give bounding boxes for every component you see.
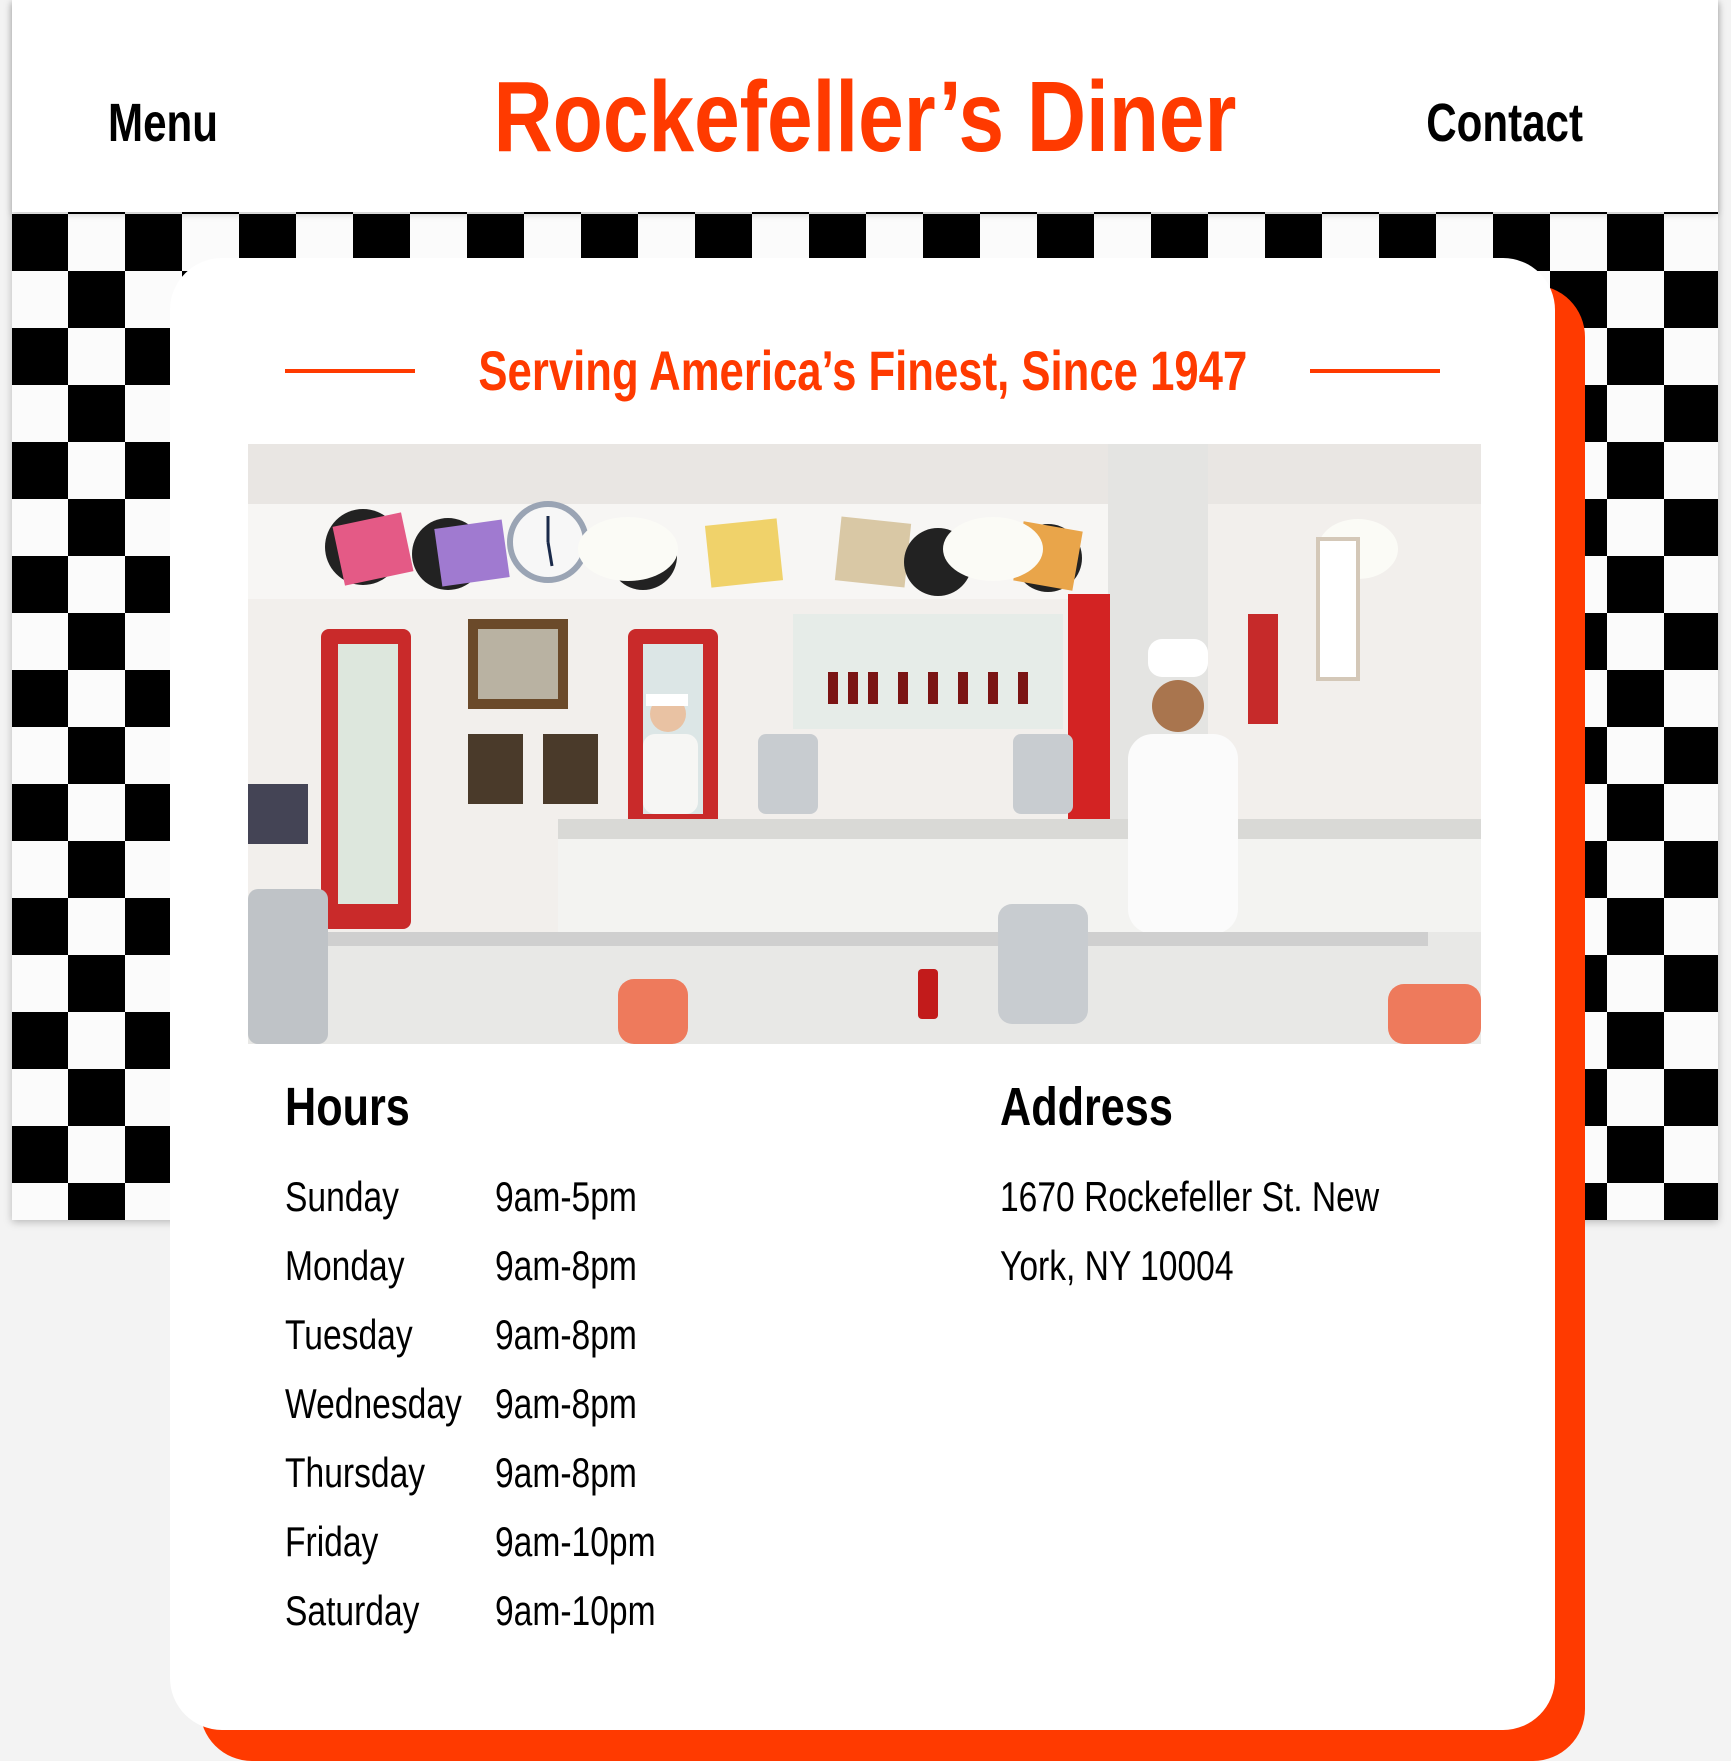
hours-day: Monday bbox=[285, 1242, 405, 1289]
nav-contact-link[interactable]: Contact bbox=[1426, 92, 1583, 154]
diner-photo bbox=[248, 444, 1481, 1044]
hours-time: 9am-5pm bbox=[495, 1173, 637, 1220]
hours-row: Wednesday 9am-8pm bbox=[285, 1380, 785, 1449]
hours-time: 9am-8pm bbox=[495, 1449, 637, 1496]
hours-row: Thursday 9am-8pm bbox=[285, 1449, 785, 1518]
site-header: Menu Rockefeller’s Diner Contact bbox=[12, 0, 1718, 212]
hours-day: Thursday bbox=[285, 1449, 426, 1496]
address-line-2: York, NY 10004 bbox=[1000, 1242, 1234, 1289]
hours-row: Tuesday 9am-8pm bbox=[285, 1311, 785, 1380]
hours-time: 9am-8pm bbox=[495, 1311, 637, 1358]
site-title: Rockefeller’s Diner bbox=[493, 61, 1237, 173]
hours-day: Saturday bbox=[285, 1587, 420, 1634]
hours-time: 9am-8pm bbox=[495, 1380, 637, 1427]
info-card: Serving America’s Finest, Since 1947 Hou… bbox=[170, 258, 1555, 1730]
hours-row: Saturday 9am-10pm bbox=[285, 1587, 785, 1656]
hours-day: Wednesday bbox=[285, 1380, 462, 1427]
hours-row: Friday 9am-10pm bbox=[285, 1518, 785, 1587]
address-block: 1670 Rockefeller St. New York, NY 10004 bbox=[1000, 1173, 1450, 1311]
hours-list: Sunday 9am-5pm Monday 9am-8pm Tuesday 9a… bbox=[285, 1173, 785, 1656]
address-line-1: 1670 Rockefeller St. New bbox=[1000, 1173, 1380, 1220]
tagline-rule-right bbox=[1309, 368, 1440, 373]
address-heading: Address bbox=[1000, 1077, 1173, 1137]
hours-time: 9am-10pm bbox=[495, 1518, 656, 1565]
tagline-row: Serving America’s Finest, Since 1947 bbox=[285, 338, 1440, 403]
hours-day: Tuesday bbox=[285, 1311, 413, 1358]
tagline: Serving America’s Finest, Since 1947 bbox=[478, 339, 1247, 402]
tagline-rule-left bbox=[285, 368, 415, 373]
hours-day: Friday bbox=[285, 1518, 379, 1565]
hours-heading: Hours bbox=[285, 1077, 410, 1137]
hours-day: Sunday bbox=[285, 1173, 399, 1220]
hours-row: Sunday 9am-5pm bbox=[285, 1173, 785, 1242]
hours-row: Monday 9am-8pm bbox=[285, 1242, 785, 1311]
hours-time: 9am-8pm bbox=[495, 1242, 637, 1289]
hours-time: 9am-10pm bbox=[495, 1587, 656, 1634]
